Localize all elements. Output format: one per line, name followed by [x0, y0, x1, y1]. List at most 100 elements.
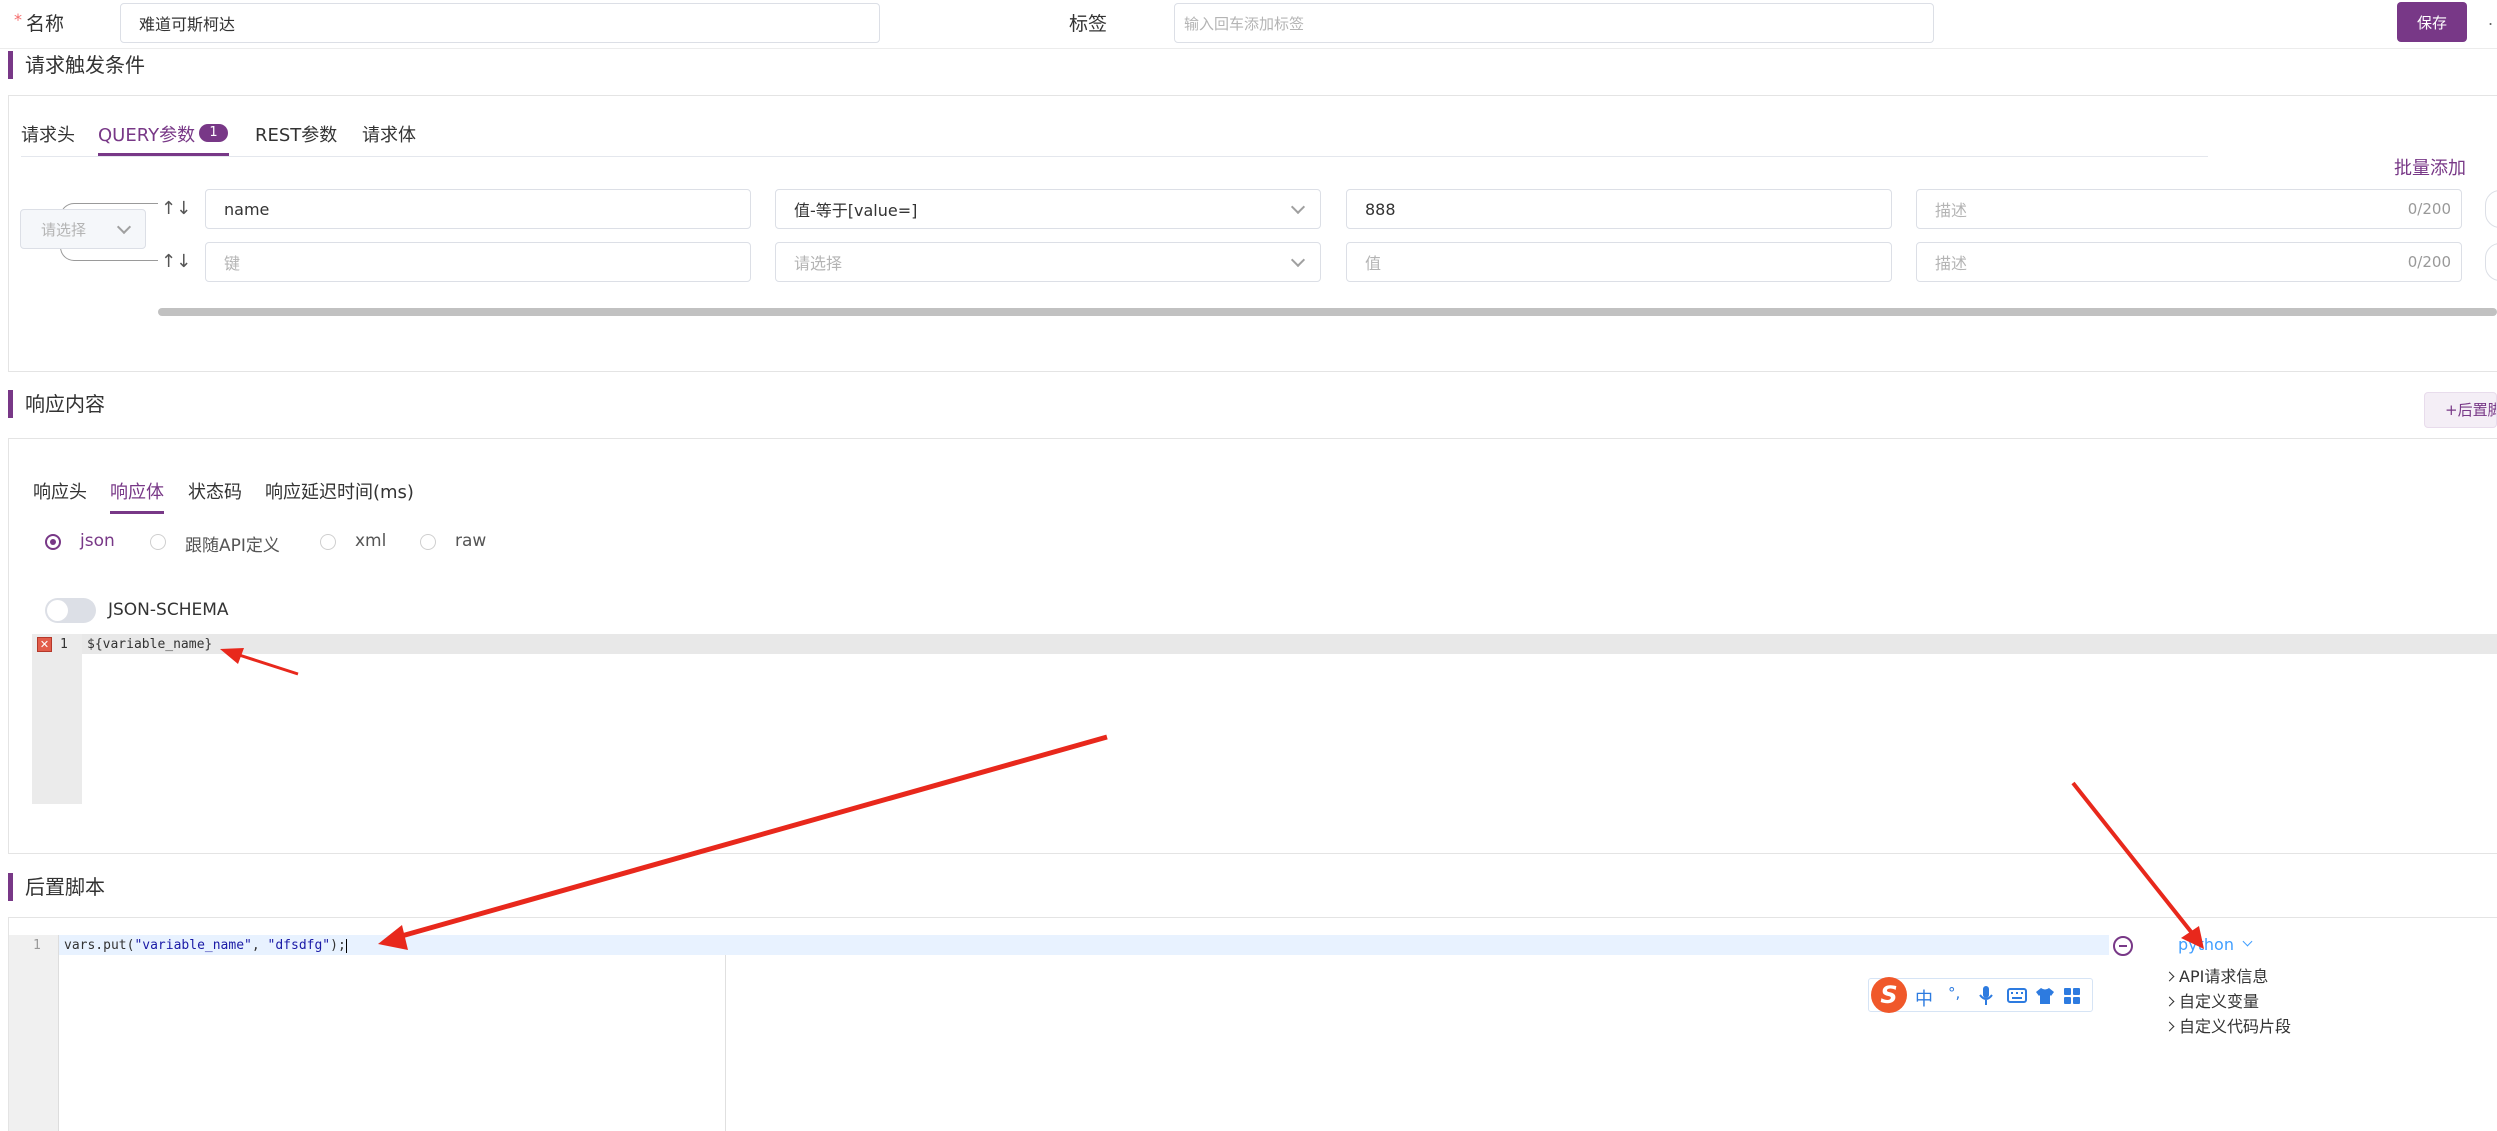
header-divider	[0, 48, 2497, 49]
name-label: 名称	[26, 13, 65, 35]
script-code-arg1: "variable_name"	[134, 938, 252, 953]
condition-select-placeholder: 请选择	[794, 254, 843, 273]
json-schema-label: JSON-SCHEMA	[108, 600, 229, 620]
script-editor-active-line	[59, 935, 2109, 955]
radio-raw-label[interactable]: raw	[455, 531, 486, 551]
script-editor-gutter	[9, 935, 59, 1131]
radio-follow-api[interactable]	[150, 534, 166, 550]
tree-item-label: API请求信息	[2179, 967, 2269, 986]
chevron-right-icon	[2164, 1021, 2175, 1032]
condition-select[interactable]: 请选择	[775, 242, 1321, 282]
tab-response-headers[interactable]: 响应头	[33, 478, 87, 504]
tree-item-label: 自定义变量	[2179, 992, 2260, 1011]
radio-follow-api-label[interactable]: 跟随API定义	[185, 531, 280, 556]
remove-script-icon[interactable]	[2113, 936, 2133, 956]
query-count-badge: 1	[199, 124, 228, 142]
editor-gutter	[32, 634, 82, 804]
toggle-knob	[47, 600, 68, 621]
script-code-prefix: vars.put(	[64, 938, 135, 953]
microphone-icon[interactable]	[1979, 986, 1993, 1006]
script-code-comma: ,	[251, 938, 268, 953]
tree-item-custom-snippets[interactable]: 自定义代码片段	[2164, 1014, 2292, 1039]
skin-shirt-icon[interactable]	[2035, 987, 2055, 1005]
post-script-section-title: 后置脚本	[8, 873, 105, 901]
keyboard-icon[interactable]	[2007, 988, 2027, 1003]
toolbox-grid-icon[interactable]	[2064, 988, 2080, 1004]
chevron-right-icon	[2164, 971, 2175, 982]
script-code-arg2: "dfsdfg"	[267, 938, 331, 953]
chevron-down-icon	[1290, 199, 1306, 215]
tab-response-body[interactable]: 响应体	[110, 478, 164, 504]
query-key-input[interactable]: 键	[205, 242, 751, 282]
query-value-placeholder: 值	[1365, 254, 1382, 273]
chevron-down-icon	[116, 219, 132, 235]
error-marker-icon: ✕	[37, 637, 52, 652]
radio-json-label[interactable]: json	[80, 531, 115, 551]
horizontal-scrollbar[interactable]	[158, 308, 2497, 316]
snippet-tree: API请求信息 自定义变量 自定义代码片段	[2164, 964, 2292, 1039]
logic-select[interactable]: 请选择	[20, 209, 146, 249]
save-button[interactable]: 保存	[2397, 2, 2467, 42]
ime-punct-button[interactable]: °,	[1948, 984, 1960, 1002]
tab-query-params-label: QUERY参数	[98, 125, 196, 146]
response-section-title: 响应内容	[8, 390, 105, 418]
description-input[interactable]: 描述 0/200	[1916, 189, 2462, 229]
script-code-suffix: );	[330, 938, 346, 953]
tags-placeholder: 输入回车添加标签	[1184, 14, 1305, 33]
tabs-baseline	[21, 156, 2208, 157]
tab-request-headers[interactable]: 请求头	[21, 121, 75, 147]
tags-input[interactable]: 输入回车添加标签	[1174, 3, 1934, 43]
radio-raw[interactable]	[420, 534, 436, 550]
script-line-number: 1	[33, 938, 41, 953]
tab-query-params[interactable]: QUERY参数	[98, 121, 195, 147]
tab-active-indicator	[110, 511, 164, 514]
required-mark: *	[14, 10, 22, 29]
editor-print-margin	[725, 955, 726, 1131]
ime-toolbar: S 中 °,	[1868, 977, 2093, 1013]
tab-response-delay[interactable]: 响应延迟时间(ms)	[265, 478, 414, 504]
radio-xml[interactable]	[320, 534, 336, 550]
add-post-script-button[interactable]: +后置脚	[2424, 392, 2497, 428]
description-placeholder: 描述	[1935, 254, 1968, 273]
logic-select-placeholder: 请选择	[41, 220, 87, 239]
tab-rest-params[interactable]: REST参数	[255, 121, 337, 147]
name-input[interactable]: 难道可斯柯达	[120, 3, 880, 43]
more-indicator: .	[2488, 10, 2494, 29]
condition-select[interactable]: 值-等于[value=]	[775, 189, 1321, 229]
radio-xml-label[interactable]: xml	[355, 531, 386, 551]
query-value-input[interactable]: 值	[1346, 242, 1892, 282]
char-counter: 0/200	[2407, 200, 2451, 218]
json-schema-toggle[interactable]	[45, 598, 96, 623]
editor-line-number: 1	[60, 637, 68, 652]
response-code-text[interactable]: ${variable_name}	[87, 637, 212, 652]
description-input[interactable]: 描述 0/200	[1916, 242, 2462, 282]
query-value-value: 888	[1365, 199, 1396, 219]
batch-add-link[interactable]: 批量添加	[2394, 154, 2466, 180]
sogou-logo-icon[interactable]: S	[1871, 977, 1907, 1013]
tree-item-api-info[interactable]: API请求信息	[2164, 964, 2291, 989]
text-cursor	[345, 938, 347, 953]
query-key-value: name	[224, 199, 270, 219]
query-key-placeholder: 键	[224, 254, 241, 273]
chevron-down-icon	[1290, 252, 1306, 268]
tree-item-custom-vars[interactable]: 自定义变量	[2164, 989, 2291, 1014]
tree-item-label: 自定义代码片段	[2179, 1017, 2292, 1036]
query-value-input[interactable]: 888	[1346, 189, 1892, 229]
sort-up-down-icon[interactable]: ↑↓	[161, 251, 191, 272]
minus-glyph	[2119, 945, 2127, 947]
chevron-right-icon	[2164, 996, 2175, 1007]
query-key-input[interactable]: name	[205, 189, 751, 229]
editor-active-line	[82, 634, 2497, 654]
tags-label: 标签	[1069, 13, 1108, 35]
char-counter: 0/200	[2407, 253, 2451, 271]
script-code-line[interactable]: vars.put("variable_name", "dfsdfg");	[64, 938, 347, 953]
radio-json[interactable]	[45, 534, 61, 550]
trigger-section-title: 请求触发条件	[8, 51, 145, 79]
sort-up-down-icon[interactable]: ↑↓	[161, 198, 191, 219]
tab-status-code[interactable]: 状态码	[188, 478, 242, 504]
tab-request-body[interactable]: 请求体	[362, 121, 416, 147]
description-placeholder: 描述	[1935, 201, 1968, 220]
condition-select-value: 值-等于[value=]	[794, 201, 918, 220]
language-select[interactable]: python	[2178, 935, 2234, 954]
ime-mode-button[interactable]: 中	[1915, 985, 1933, 1011]
